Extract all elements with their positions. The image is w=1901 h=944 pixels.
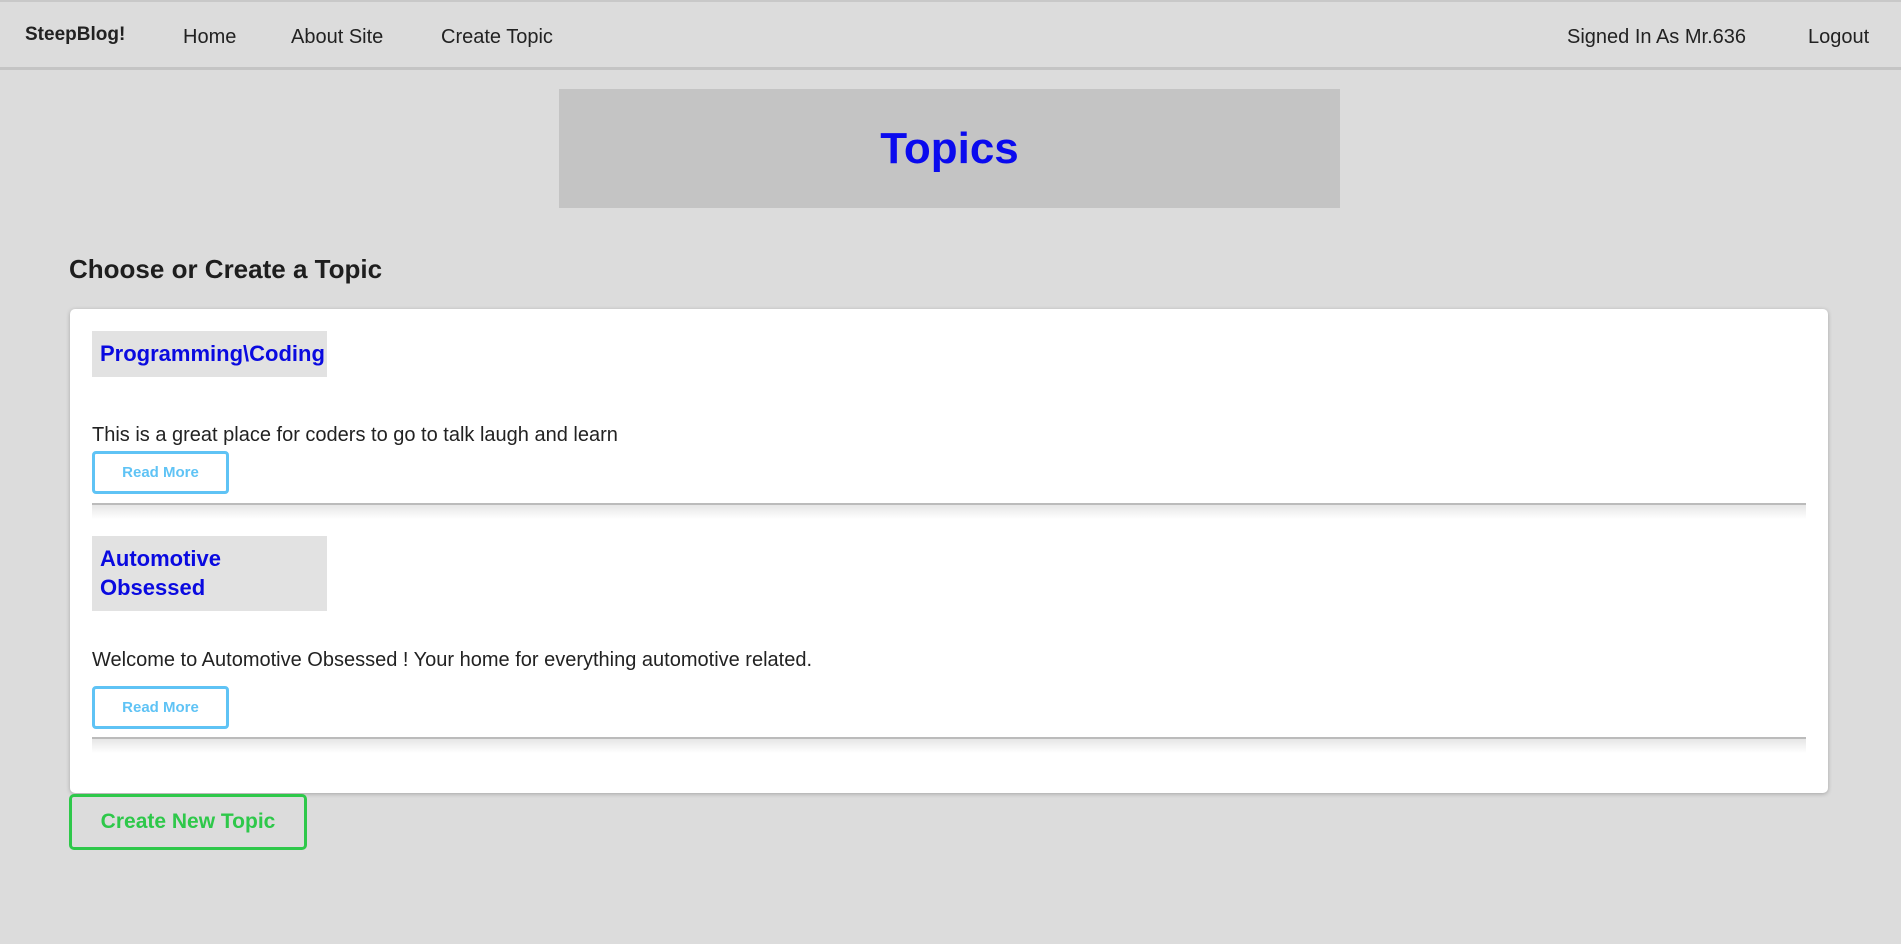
topic-description: Welcome to Automotive Obsessed ! Your ho… (92, 649, 813, 671)
create-new-topic-button[interactable]: Create New Topic (69, 794, 307, 850)
nav-home[interactable]: Home (183, 26, 236, 49)
read-more-button[interactable]: Read More (92, 686, 229, 729)
topics-card: Programming\Coding This is a great place… (70, 309, 1828, 793)
topic-divider (92, 737, 1806, 753)
nav-about-site[interactable]: About Site (291, 26, 383, 49)
navbar: SteepBlog! Home About Site Create Topic … (0, 2, 1901, 70)
brand-link[interactable]: SteepBlog! (25, 24, 125, 46)
topic-divider (92, 503, 1806, 519)
topic-title[interactable]: Programming\Coding (92, 331, 327, 377)
page-title: Topics (880, 123, 1019, 173)
nav-create-topic[interactable]: Create Topic (441, 26, 553, 49)
signed-in-user[interactable]: Signed In As Mr.636 (1567, 26, 1746, 49)
section-heading: Choose or Create a Topic (69, 254, 383, 284)
nav-logout[interactable]: Logout (1808, 26, 1869, 49)
page-banner: Topics (559, 89, 1340, 208)
read-more-button[interactable]: Read More (92, 451, 229, 494)
topic-description: This is a great place for coders to go t… (92, 424, 618, 446)
topic-title[interactable]: Automotive Obsessed (92, 536, 327, 611)
